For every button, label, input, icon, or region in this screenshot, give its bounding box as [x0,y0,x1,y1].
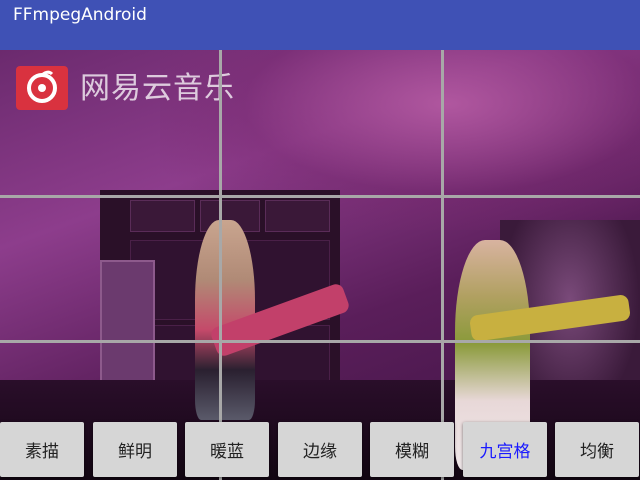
netease-music-logo [16,66,68,110]
amp-head [130,200,195,232]
filter-button-warm-blue[interactable]: 暖蓝 [185,422,269,477]
filter-button-vivid[interactable]: 鲜明 [93,422,177,477]
grid-line-horizontal [0,340,640,343]
grid-line-vertical [441,50,444,480]
app-title: FFmpegAndroid [13,5,147,25]
filter-button-blur[interactable]: 模糊 [370,422,454,477]
app-bar: FFmpegAndroid [0,0,640,50]
filter-button-sketch[interactable]: 素描 [0,422,84,477]
grid-line-horizontal [0,195,640,198]
filter-button-equalize[interactable]: 均衡 [555,422,639,477]
amp-head [265,200,330,232]
filter-button-edge[interactable]: 边缘 [278,422,362,477]
filter-button-nine-grid[interactable]: 九宫格 [463,422,547,477]
watermark-text: 网易云音乐 [80,71,235,106]
grid-line-vertical [219,50,222,480]
video-preview: 网易云音乐 [0,50,640,480]
watermark: 网易云音乐 [16,66,266,112]
